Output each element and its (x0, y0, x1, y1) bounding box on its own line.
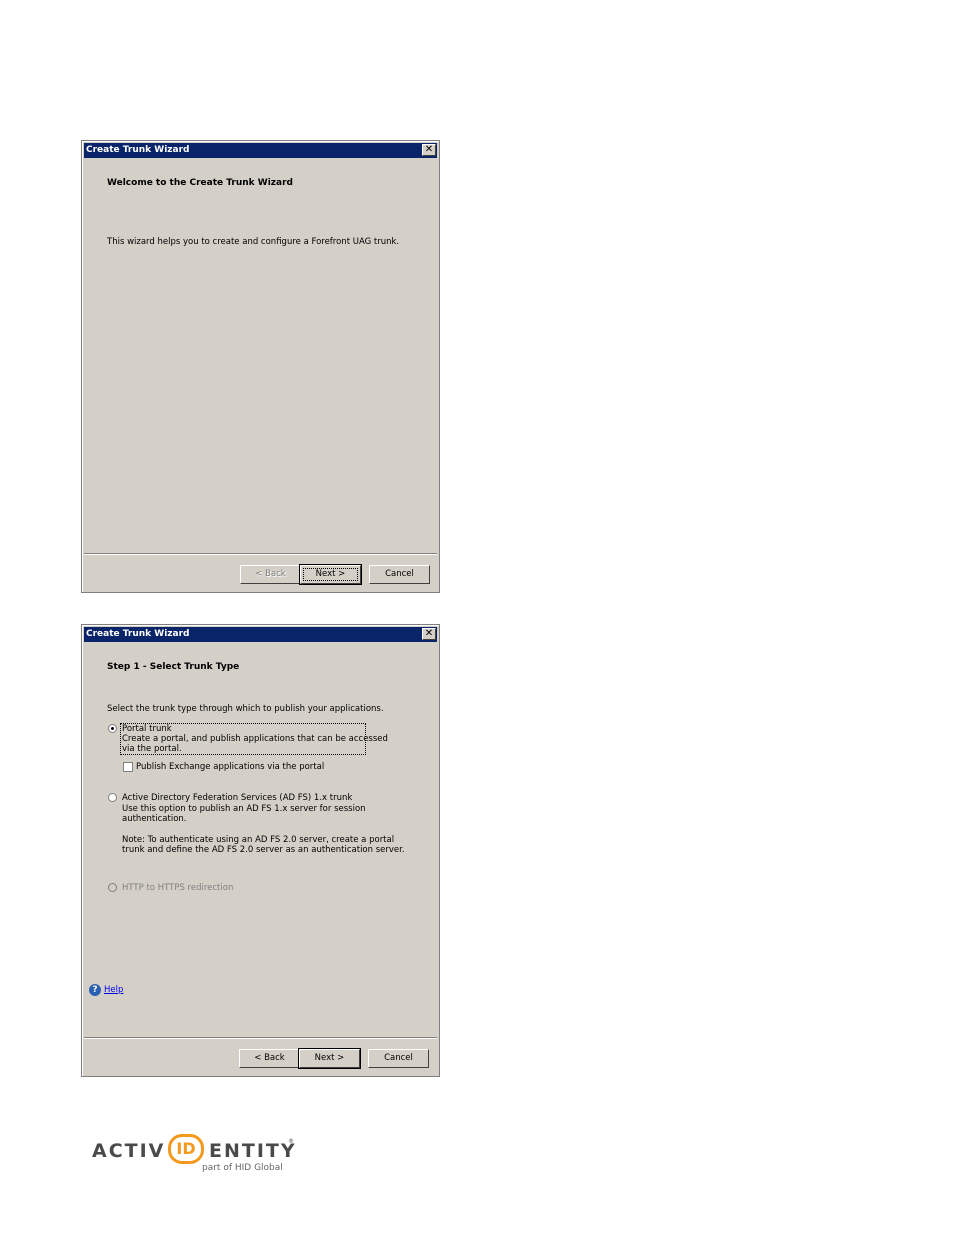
logo-text-left: ACTIV (92, 1140, 166, 1162)
publish-exchange-checkbox[interactable] (123, 762, 133, 772)
cancel-button[interactable]: Cancel (368, 1049, 429, 1068)
create-trunk-wizard-step1-dialog: Create Trunk Wizard ✕ Step 1 - Select Tr… (81, 624, 440, 1077)
logo-text-right: ENTITY (209, 1140, 297, 1162)
window-title: Create Trunk Wizard (86, 629, 190, 639)
help-icon[interactable]: ? (89, 984, 101, 996)
http-redirect-label: HTTP to HTTPS redirection (122, 883, 234, 893)
adfs-trunk-description-cont: authentication. (122, 814, 187, 824)
create-trunk-wizard-welcome-dialog: Create Trunk Wizard ✕ Welcome to the Cre… (81, 140, 440, 593)
adfs-note: Note: To authenticate using an AD FS 2.0… (122, 835, 395, 845)
adfs-trunk-description: Use this option to publish an AD FS 1.x … (122, 804, 366, 814)
close-icon[interactable]: ✕ (422, 628, 436, 640)
next-button[interactable]: Next > (299, 564, 362, 585)
back-button[interactable]: < Back (239, 1049, 300, 1068)
back-button[interactable]: < Back (240, 565, 301, 584)
portal-trunk-radio[interactable] (108, 724, 117, 733)
portal-trunk-description-cont: via the portal. (122, 744, 182, 754)
next-button[interactable]: Next > (298, 1048, 361, 1069)
close-icon[interactable]: ✕ (422, 144, 436, 156)
window-title: Create Trunk Wizard (86, 145, 190, 155)
button-separator (84, 553, 437, 555)
logo-registered-mark: ® (288, 1138, 294, 1145)
adfs-note-cont: trunk and define the AD FS 2.0 server as… (122, 845, 405, 855)
http-redirect-radio (108, 883, 117, 892)
help-link[interactable]: Help (104, 985, 123, 995)
title-bar: Create Trunk Wizard ✕ (84, 143, 437, 158)
logo-tagline: part of HID Global (202, 1163, 283, 1173)
button-separator (84, 1037, 437, 1039)
title-bar: Create Trunk Wizard ✕ (84, 627, 437, 642)
logo-id-mark: ID (168, 1134, 204, 1164)
page-heading: Welcome to the Create Trunk Wizard (107, 178, 293, 188)
portal-trunk-description: Create a portal, and publish application… (122, 734, 388, 744)
portal-trunk-label[interactable]: Portal trunk (122, 724, 172, 735)
instruction-text: Select the trunk type through which to p… (107, 704, 384, 714)
page-heading: Step 1 - Select Trunk Type (107, 662, 240, 672)
cancel-button[interactable]: Cancel (369, 565, 430, 584)
adfs-trunk-radio[interactable] (108, 793, 117, 802)
intro-text: This wizard helps you to create and conf… (107, 237, 400, 247)
actividentity-logo: ACTIV ID ENTITY ® part of HID Global (92, 1130, 302, 1178)
adfs-trunk-label[interactable]: Active Directory Federation Services (AD… (122, 793, 352, 804)
publish-exchange-label[interactable]: Publish Exchange applications via the po… (136, 762, 324, 773)
